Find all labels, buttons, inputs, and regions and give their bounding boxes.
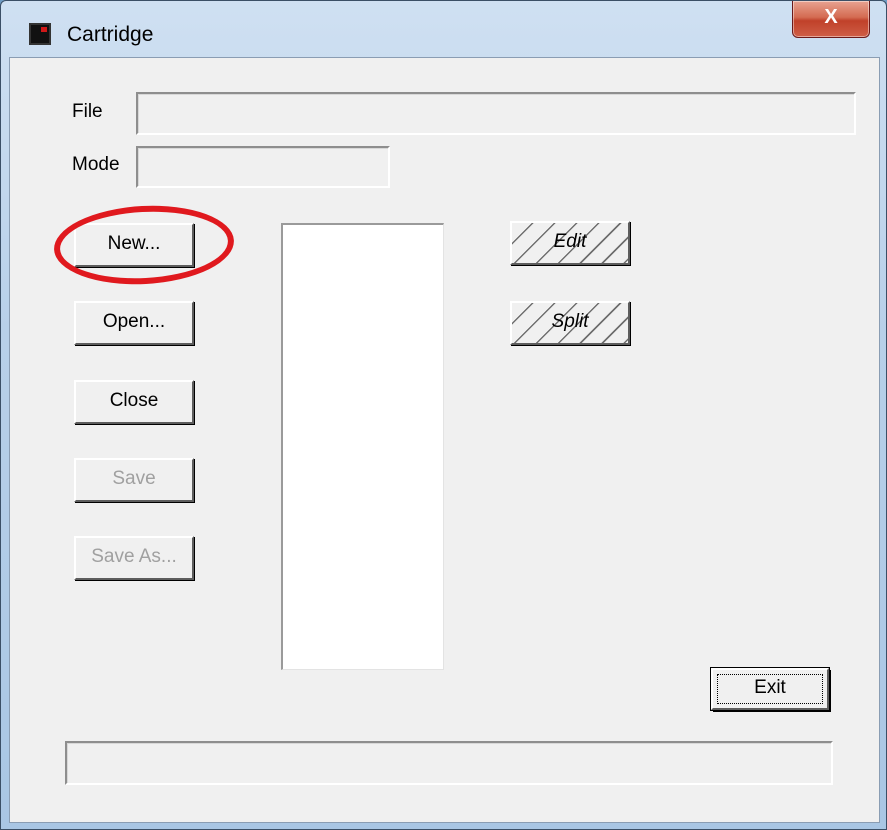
mode-label: Mode bbox=[72, 154, 120, 175]
dialog-client-area: File Mode New... Open... Close Save Save… bbox=[9, 57, 880, 823]
title-bar[interactable]: Cartridge X bbox=[1, 1, 886, 57]
close-icon: X bbox=[824, 6, 838, 28]
save-button: Save bbox=[74, 458, 194, 502]
close-window-button[interactable]: X bbox=[792, 1, 870, 38]
cartridge-list[interactable] bbox=[281, 223, 444, 670]
mode-field[interactable] bbox=[136, 146, 390, 188]
exit-button[interactable]: Exit bbox=[711, 668, 829, 710]
cartridge-window: Cartridge X File Mode New... Open... Clo… bbox=[0, 0, 887, 830]
file-label: File bbox=[72, 101, 103, 122]
status-bar bbox=[65, 741, 833, 785]
file-field[interactable] bbox=[136, 92, 856, 135]
edit-button: Edit bbox=[510, 221, 630, 265]
split-button: Split bbox=[510, 301, 630, 345]
close-button[interactable]: Close bbox=[74, 380, 194, 424]
save-as-button: Save As... bbox=[74, 536, 194, 580]
app-icon bbox=[29, 23, 51, 45]
window-title: Cartridge bbox=[67, 23, 154, 46]
open-button[interactable]: Open... bbox=[74, 301, 194, 345]
